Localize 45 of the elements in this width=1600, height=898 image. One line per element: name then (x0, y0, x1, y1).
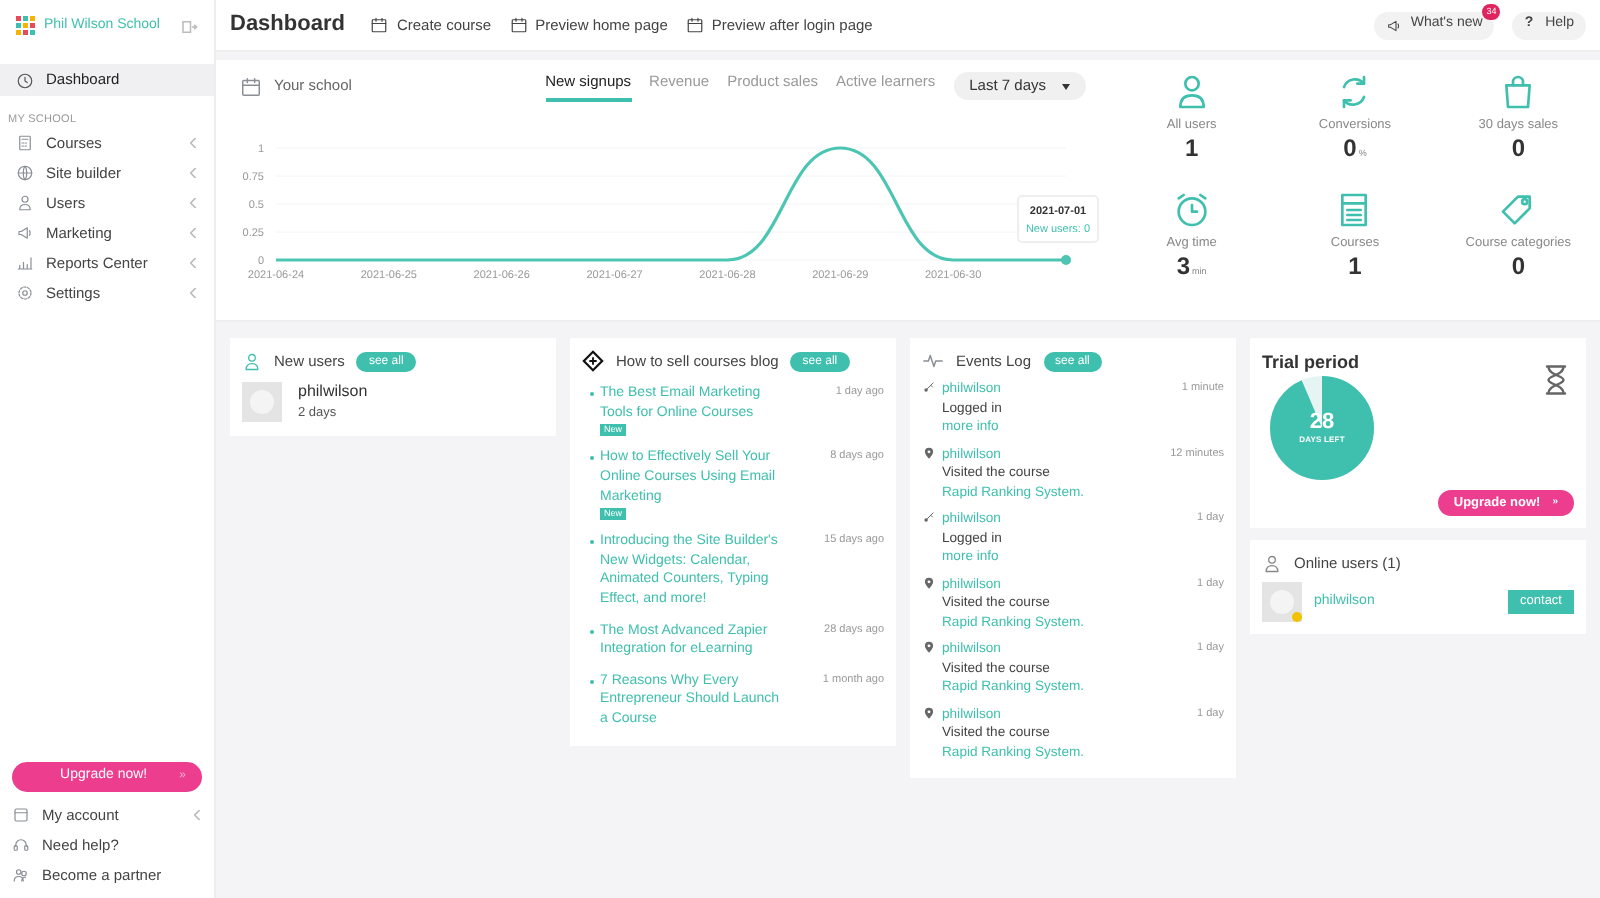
user-icon (1262, 553, 1282, 574)
calendar-icon (370, 16, 389, 34)
stat-value: 1 (1348, 253, 1362, 280)
alarm-clock-icon (1171, 190, 1212, 230)
clock-icon (16, 71, 34, 89)
chevron-icon (190, 258, 198, 269)
megaphone-icon (1386, 17, 1403, 33)
key-icon (922, 510, 936, 525)
chevron-icon (190, 198, 198, 209)
avatar-icon (242, 382, 282, 423)
calendar-icon (240, 75, 262, 97)
pin-icon (922, 575, 936, 590)
card-title: Trial period (1262, 350, 1360, 376)
bar-chart-icon (16, 254, 34, 273)
settings-icon (16, 284, 34, 303)
chevron-icon (190, 288, 198, 299)
pulse-icon (922, 350, 944, 373)
collapse-icon[interactable] (180, 17, 198, 35)
calendar-icon (685, 16, 704, 34)
pin-icon (922, 640, 936, 655)
logo-icon (16, 16, 36, 36)
pin-icon (922, 445, 936, 460)
caret-icon (1062, 83, 1070, 89)
chevron-icon (190, 138, 198, 149)
user-icon (16, 194, 34, 213)
calendar-icon (509, 16, 528, 34)
stat-value: 1 (1184, 135, 1199, 162)
globe-icon (16, 164, 34, 183)
megaphone-icon (16, 224, 34, 243)
user-name: philwilson (298, 380, 368, 405)
chevron-icon (190, 228, 198, 239)
chevron-icon (190, 168, 198, 179)
pin-icon (922, 705, 936, 720)
stat-value: 0 (1511, 253, 1525, 280)
chevron-icon (194, 810, 202, 820)
key-icon (922, 380, 936, 395)
diamond-logo-icon (582, 350, 604, 373)
calculator-icon (16, 134, 34, 153)
user-icon (242, 351, 262, 372)
data-point (1061, 255, 1071, 265)
users-icon (12, 866, 30, 884)
page-title: Dashboard (230, 10, 345, 41)
stat-value: 0 (1511, 135, 1525, 162)
headset-icon (12, 836, 30, 854)
account-icon (12, 806, 30, 824)
